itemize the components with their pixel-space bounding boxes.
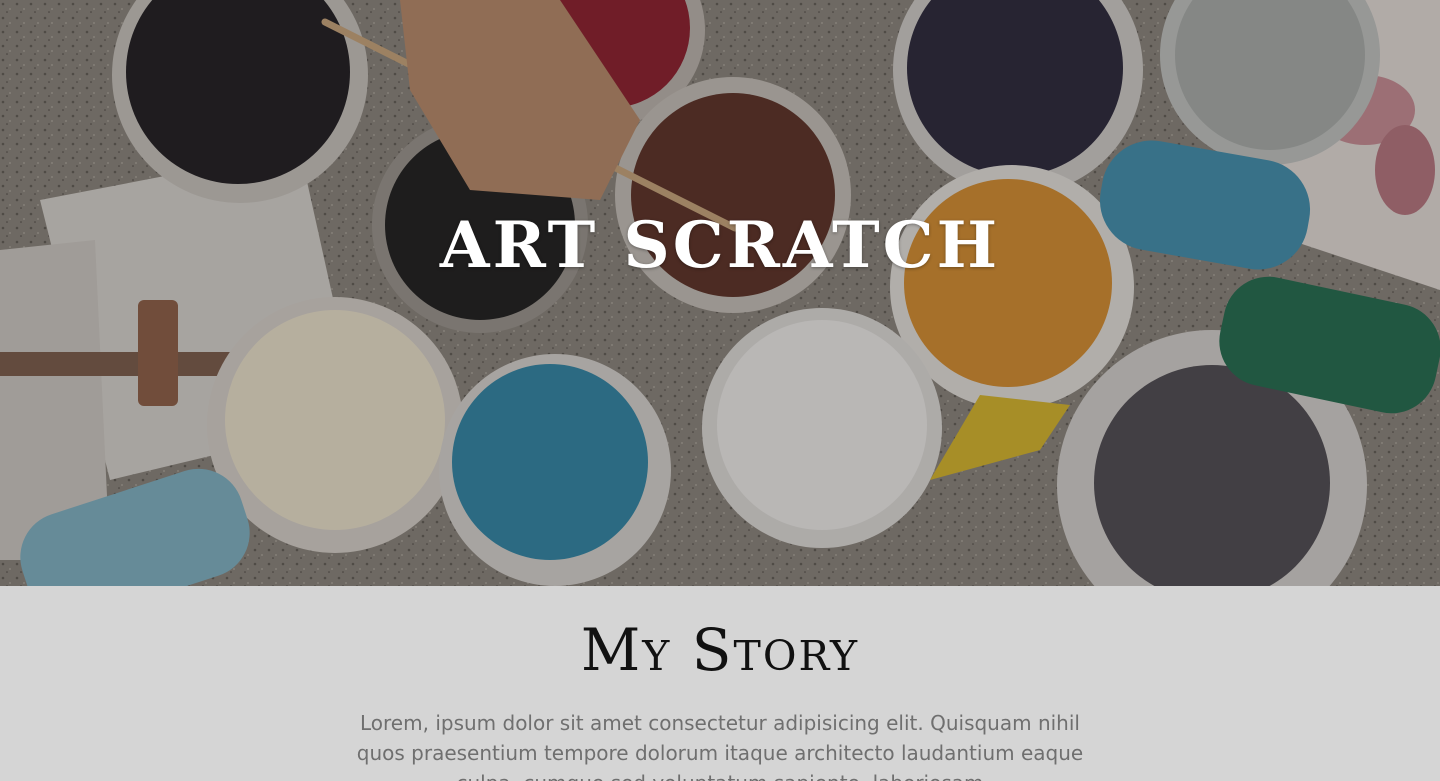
story-section: My Story Lorem, ipsum dolor sit amet con… [0,586,1440,781]
hero-overlay [0,0,1440,586]
hero-title: ART SCRATCH [439,208,1001,283]
story-body-text: Lorem, ipsum dolor sit amet consectetur … [356,711,1084,781]
story-heading: My Story [580,616,860,684]
hero-banner: ART SCRATCH [0,0,1440,586]
